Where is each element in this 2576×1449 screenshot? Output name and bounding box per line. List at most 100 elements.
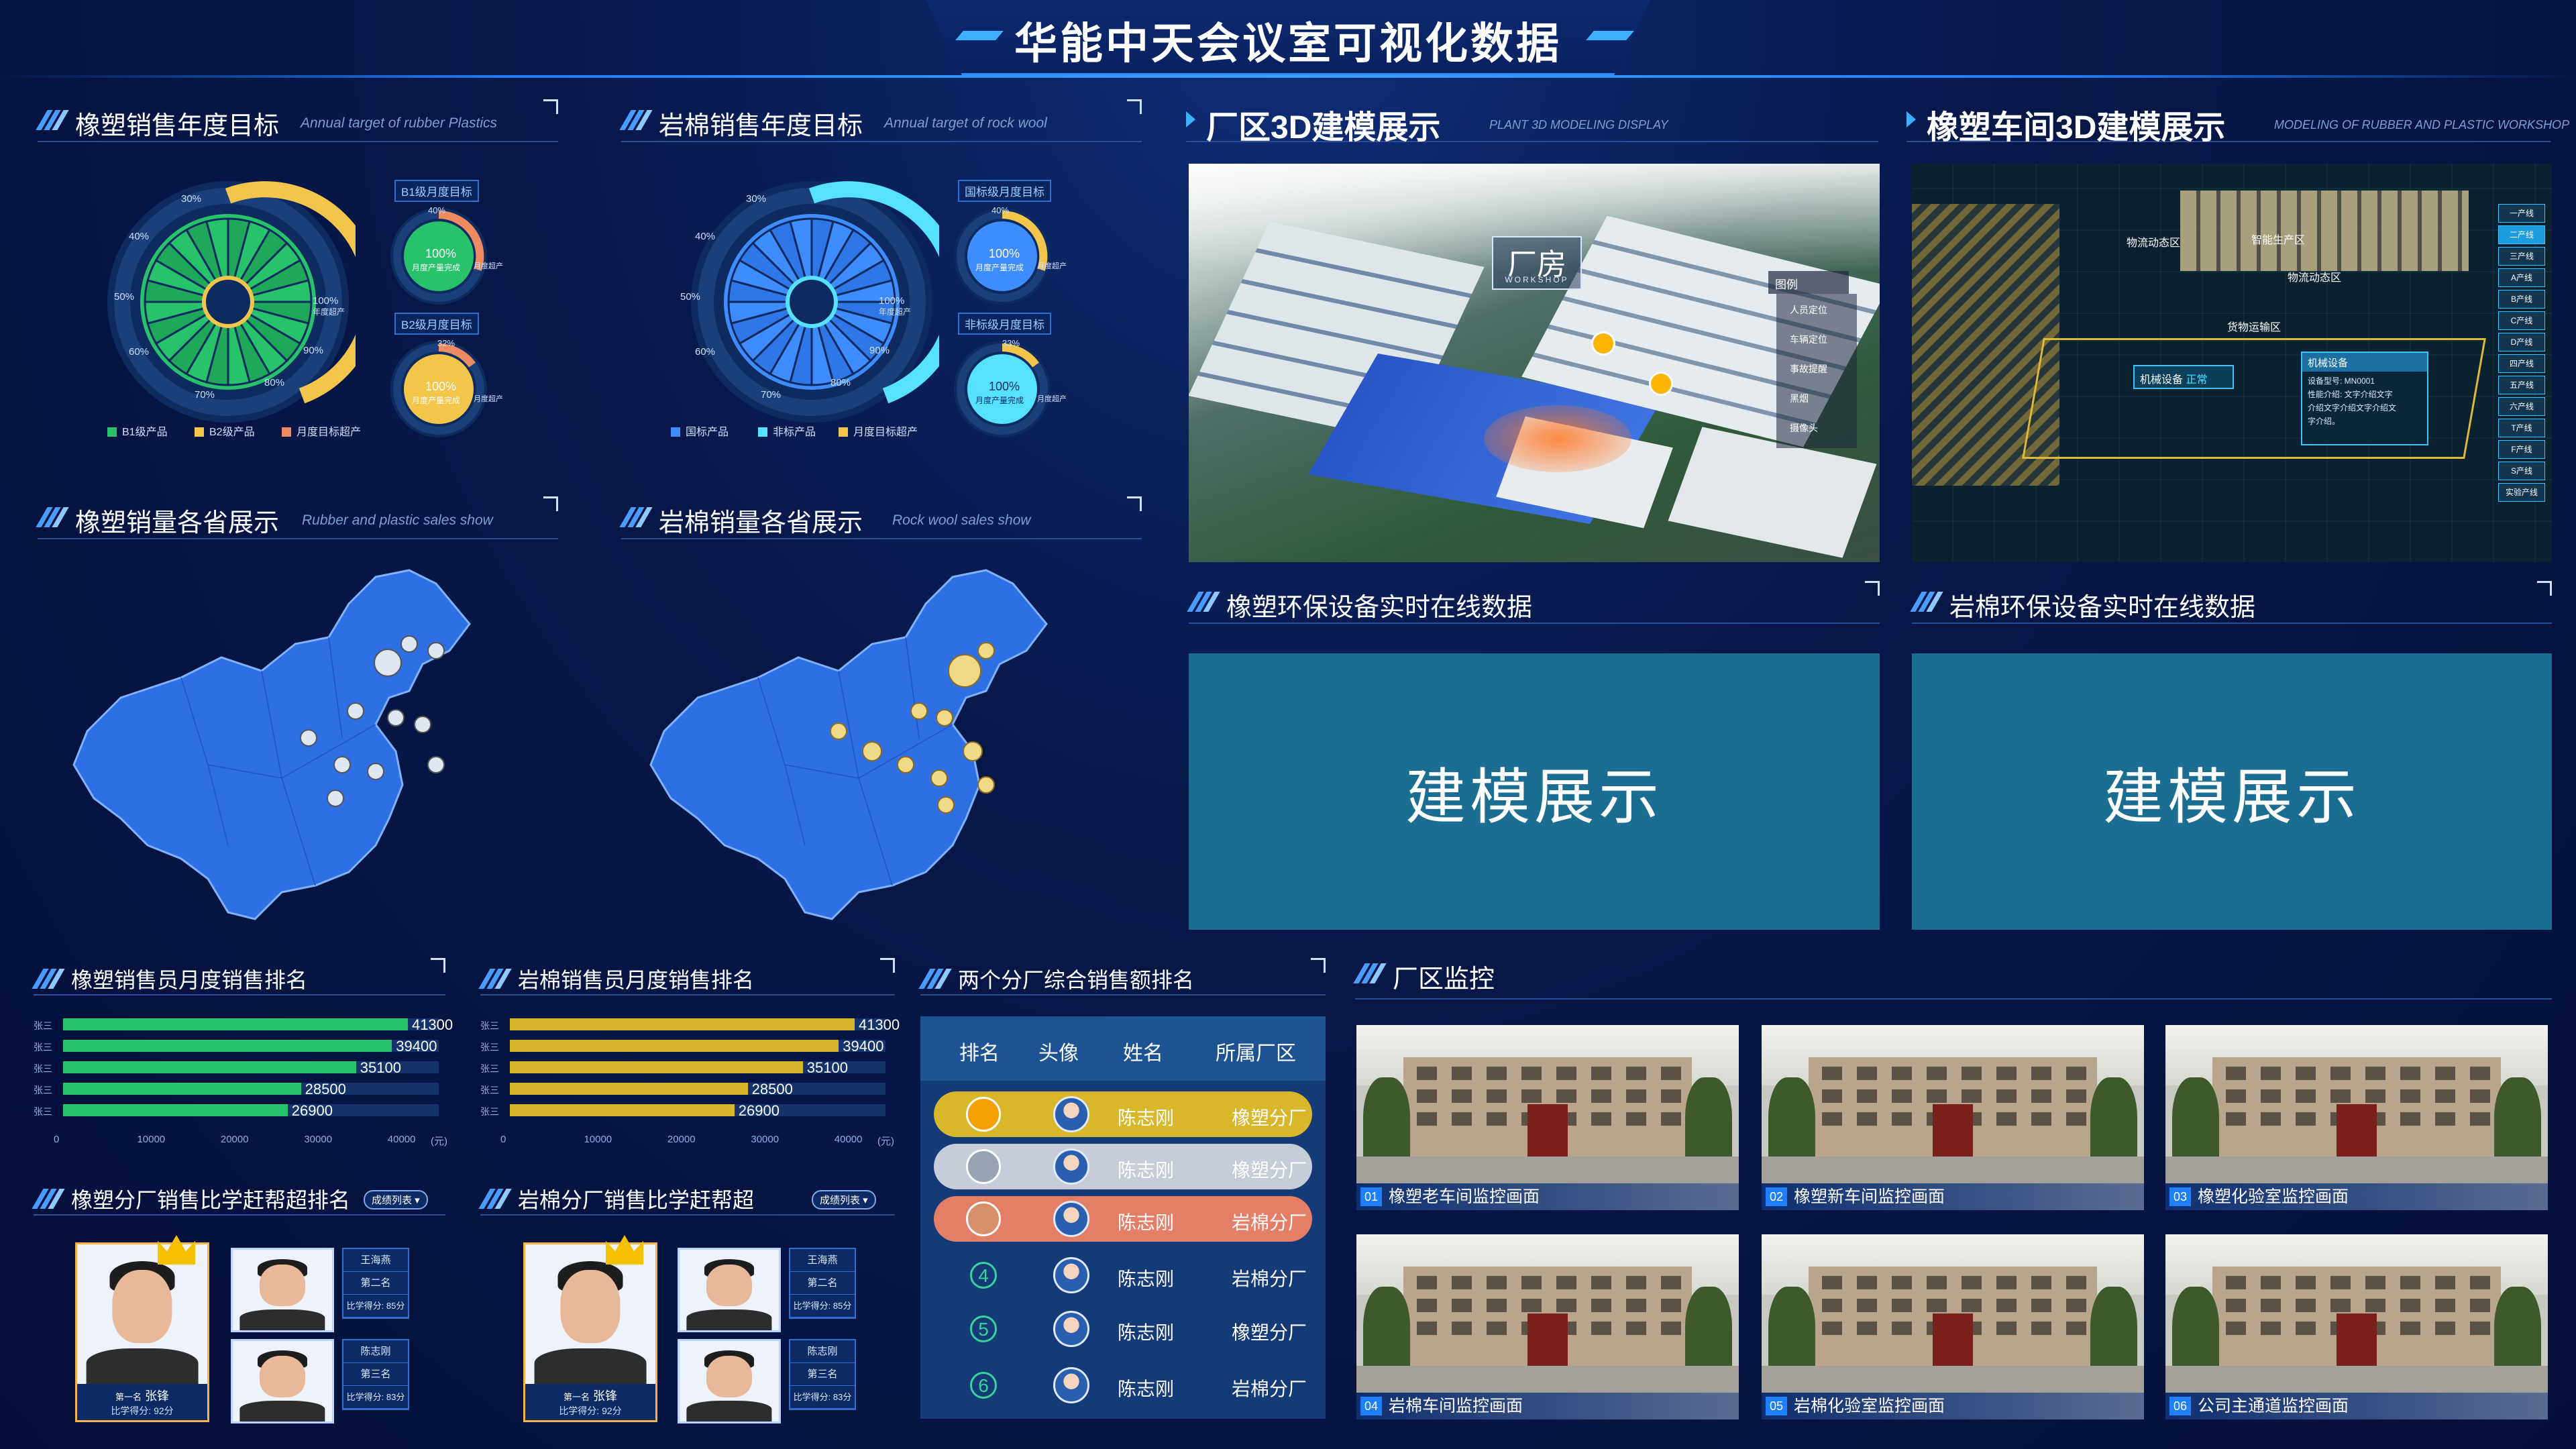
camera-feed-tile[interactable]: 01 橡塑老车间监控画面 bbox=[1356, 1025, 1739, 1210]
panel-title-text: 岩棉销售年度目标 bbox=[659, 112, 863, 140]
axis-tick-label: 20000 bbox=[220, 1134, 249, 1145]
second-place-avatar[interactable] bbox=[678, 1248, 781, 1332]
bar-value-label: 28500 bbox=[305, 1081, 346, 1097]
panel-subtitle: PLANT 3D MODELING DISPLAY bbox=[1489, 118, 1668, 131]
bar-category-label: 张三 bbox=[34, 1063, 52, 1074]
ring-label: 100% bbox=[313, 295, 339, 307]
bar bbox=[63, 1104, 288, 1116]
production-line-item[interactable]: 六产线 bbox=[2498, 397, 2545, 416]
bar bbox=[510, 1104, 735, 1116]
table-row[interactable]: 5 陈志刚 橡塑分厂 bbox=[934, 1306, 1312, 1352]
slash-icon bbox=[619, 506, 653, 530]
table-row[interactable]: 陈志刚 橡塑分厂 bbox=[934, 1144, 1312, 1189]
camera-title: 公司主通道监控画面 bbox=[2198, 1397, 2349, 1415]
production-line-item[interactable]: F产线 bbox=[2498, 440, 2545, 459]
ring-label: 50% bbox=[680, 291, 701, 303]
camera-number: 02 bbox=[1766, 1187, 1787, 1206]
table-row[interactable]: 6 陈志刚 岩棉分厂 bbox=[934, 1362, 1312, 1408]
first-place-card[interactable]: 第一名 张锋 比学得分: 92分 bbox=[75, 1235, 209, 1422]
panel-title-plant3d: 厂区3D建模展示 PLANT 3D MODELING DISPLAY bbox=[1186, 99, 1878, 146]
table-row[interactable]: 陈志刚 橡塑分厂 bbox=[934, 1091, 1312, 1137]
person-marker-icon[interactable] bbox=[1649, 372, 1673, 396]
production-line-item[interactable]: 实验产线 bbox=[2498, 483, 2545, 502]
row-name: 陈志刚 bbox=[1118, 1269, 1175, 1289]
camera-number: 01 bbox=[1360, 1187, 1382, 1206]
mini-target-tag: 国标级月度目标 bbox=[958, 180, 1051, 202]
rubber-env-model-placeholder[interactable]: 建模展示 bbox=[1189, 653, 1880, 930]
bar-category-label: 张三 bbox=[34, 1106, 52, 1117]
slash-icon bbox=[478, 1187, 512, 1212]
mini-side: 月度超产 bbox=[474, 395, 503, 403]
workshop-label[interactable]: 厂房 WORKSHOP bbox=[1492, 236, 1582, 290]
mini-side: 月度超产 bbox=[1037, 262, 1067, 270]
second-place-avatar[interactable] bbox=[231, 1248, 334, 1332]
equipment-status-tag[interactable]: 机械设备 正常 bbox=[2133, 365, 2234, 389]
bar-category-label: 张三 bbox=[480, 1106, 499, 1117]
production-line-item[interactable]: 三产线 bbox=[2498, 247, 2545, 266]
page-title: 华能中天会议室可视化数据 bbox=[1014, 19, 1562, 68]
ring-label: 40% bbox=[695, 231, 716, 242]
corner-mark bbox=[1127, 496, 1142, 511]
production-line-item[interactable]: 二产线 bbox=[2498, 225, 2545, 244]
axis-tick-label: 10000 bbox=[584, 1134, 612, 1145]
bar-value-label: 41300 bbox=[411, 1016, 453, 1033]
panel-title-rock-target: 岩棉销售年度目标 Annual target of rock wool bbox=[619, 99, 1142, 142]
camera-feed-tile[interactable]: 05 岩棉化验室监控画面 bbox=[1762, 1234, 2144, 1419]
production-line-item[interactable]: B产线 bbox=[2498, 290, 2545, 309]
row-name: 陈志刚 bbox=[1118, 1212, 1175, 1233]
bar-category-label: 张三 bbox=[480, 1063, 499, 1074]
table-row[interactable]: 陈志刚 岩棉分厂 bbox=[934, 1196, 1312, 1242]
panel-title-text: 岩棉销售员月度销售排名 bbox=[518, 968, 755, 992]
zone-label: 物流动态区 bbox=[2127, 237, 2181, 249]
production-line-item[interactable]: 五产线 bbox=[2498, 376, 2545, 394]
production-line-item[interactable]: A产线 bbox=[2498, 268, 2545, 287]
equipment-popup: 机械设备 设备型号: MN0001 性能介绍: 文字介绍文字 介绍文字介绍文字介… bbox=[2301, 352, 2428, 445]
map-legend-list: 人员定位 车辆定位 事故提醒 黑烟 摄像头 bbox=[1776, 294, 1857, 448]
axis-tick-label: 0 bbox=[54, 1134, 60, 1145]
mini-value: 100% bbox=[989, 247, 1020, 260]
person-marker-icon[interactable] bbox=[1591, 331, 1615, 356]
table-row[interactable]: 4 陈志刚 岩棉分厂 bbox=[934, 1252, 1312, 1298]
ring-label: 80% bbox=[830, 377, 851, 388]
panel-title-text: 厂区监控 bbox=[1393, 965, 1495, 994]
camera-feed-tile[interactable]: 03 橡塑化验室监控画面 bbox=[2165, 1025, 2548, 1210]
page-header: 华能中天会议室可视化数据 bbox=[0, 0, 2576, 80]
bar-value-label: 39400 bbox=[396, 1038, 437, 1055]
camera-feed-tile[interactable]: 04 岩棉车间监控画面 bbox=[1356, 1234, 1739, 1419]
score-list-dropdown[interactable]: 成绩列表 ▾ bbox=[364, 1190, 428, 1210]
production-line-item[interactable]: T产线 bbox=[2498, 419, 2545, 437]
legend-item: B1级产品 bbox=[107, 423, 168, 439]
first-place-card[interactable]: 第一名 张锋 比学得分: 92分 bbox=[523, 1235, 657, 1422]
third-place-avatar[interactable] bbox=[678, 1339, 781, 1424]
bar bbox=[63, 1061, 356, 1073]
production-line-item[interactable]: S产线 bbox=[2498, 462, 2545, 480]
slash-icon bbox=[32, 967, 65, 991]
production-line-item[interactable]: 一产线 bbox=[2498, 204, 2545, 223]
mini-target-tag: 非标级月度目标 bbox=[958, 313, 1051, 335]
mini-pct: 32% bbox=[437, 338, 455, 348]
panel-title-text: 橡塑销售年度目标 bbox=[75, 112, 280, 140]
legend-item: 国标产品 bbox=[671, 423, 729, 439]
camera-feed-tile[interactable]: 02 橡塑新车间监控画面 bbox=[1762, 1025, 2144, 1210]
panel-title-text: 橡塑分厂销售比学赶帮超排名 bbox=[71, 1188, 351, 1212]
rock-env-model-placeholder[interactable]: 建模展示 bbox=[1912, 653, 2552, 930]
rock-china-map[interactable] bbox=[637, 564, 1107, 939]
third-place-avatar[interactable] bbox=[231, 1339, 334, 1424]
legend-item: B2级产品 bbox=[195, 423, 255, 439]
rubber-china-map[interactable] bbox=[60, 564, 530, 939]
score-list-dropdown[interactable]: 成绩列表 ▾ bbox=[812, 1190, 876, 1210]
camera-title: 橡塑老车间监控画面 bbox=[1389, 1187, 1540, 1206]
workshop-3d-view[interactable]: 物流动态区 智能生产区 物流动态区 货物运输区 机械设备 正常 机械设备 设备型… bbox=[1912, 164, 2552, 562]
plant-3d-view[interactable]: 厂房 WORKSHOP 图例 人员定位 车辆定位 事故提醒 黑烟 摄像头 bbox=[1189, 164, 1880, 562]
bar bbox=[63, 1083, 301, 1095]
production-line-item[interactable]: 四产线 bbox=[2498, 354, 2545, 373]
mini-sub: 月度产量完成 bbox=[975, 263, 1024, 272]
camera-title: 岩棉车间监控画面 bbox=[1389, 1397, 1523, 1415]
camera-feed-tile[interactable]: 06 公司主通道监控画面 bbox=[2165, 1234, 2548, 1419]
production-line-item[interactable]: D产线 bbox=[2498, 333, 2545, 352]
ring-label: 60% bbox=[129, 346, 150, 358]
corner-mark bbox=[2537, 581, 2552, 596]
slash-icon bbox=[619, 109, 653, 133]
bar-value-label: 28500 bbox=[751, 1081, 793, 1097]
production-line-item[interactable]: C产线 bbox=[2498, 311, 2545, 330]
